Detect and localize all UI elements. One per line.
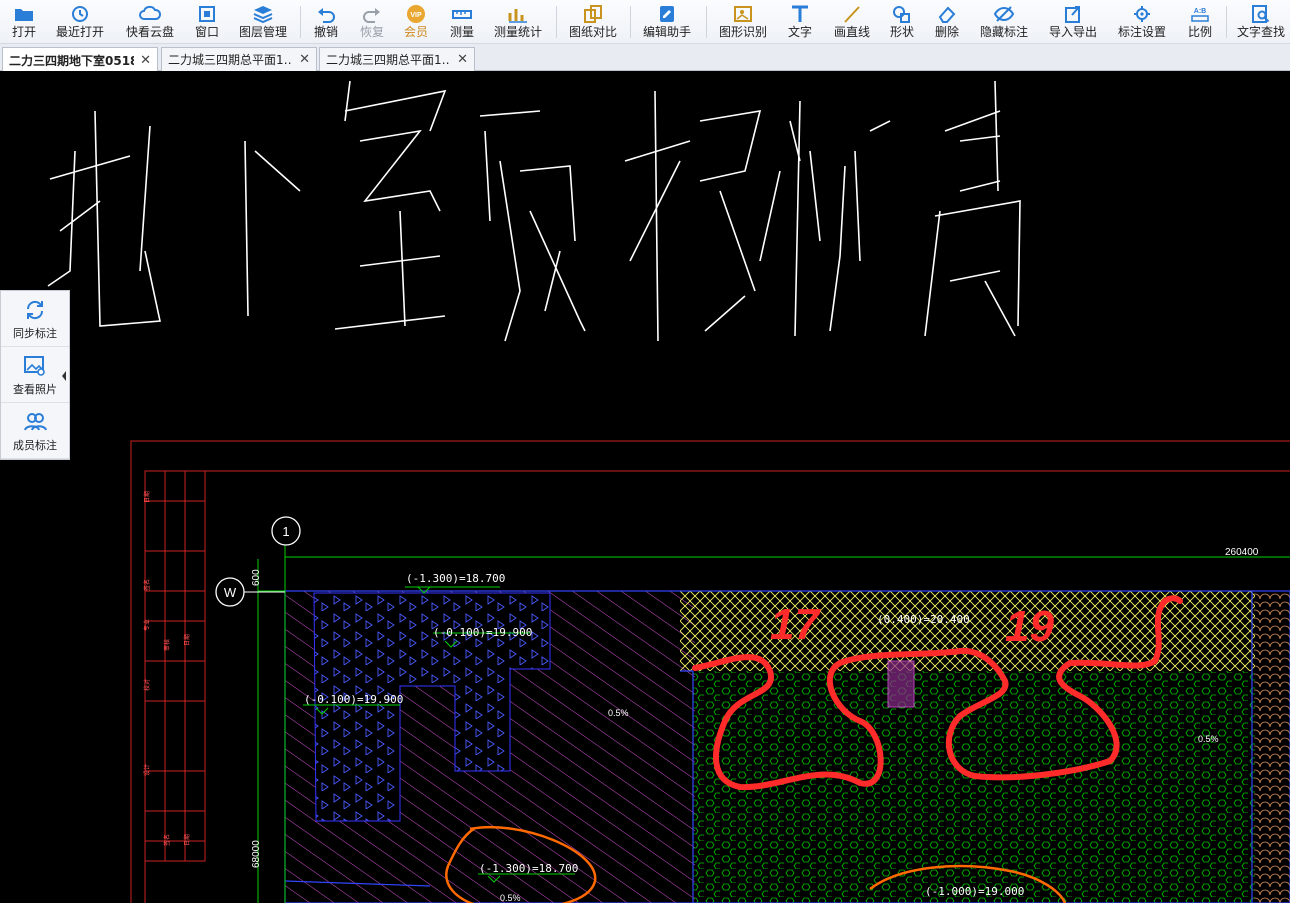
shape-button[interactable]: 形状: [884, 0, 920, 44]
vip-icon: VIP: [407, 5, 425, 23]
delete-button[interactable]: 删除: [928, 0, 966, 44]
collapse-arrow-icon[interactable]: [59, 369, 69, 383]
svg-text:(-1.000)=19.000: (-1.000)=19.000: [925, 885, 1024, 898]
svg-text:0.5%: 0.5%: [608, 708, 629, 718]
photo-icon: [24, 355, 45, 376]
shape-recognize-icon: [734, 6, 752, 22]
scale-icon: A:B: [1191, 8, 1209, 22]
undo-button[interactable]: 撤销: [308, 0, 344, 44]
text-search-button[interactable]: 文字查找: [1234, 0, 1288, 44]
side-panel: 同步标注 查看照片 成员标注: [0, 290, 70, 460]
undo-icon: [318, 8, 335, 23]
measure-button[interactable]: 测量: [444, 0, 480, 44]
tab-bar: 二力三四期地下室0518 ✕ 二力城三四期总平面1… ✕ 二力城三四期总平面1……: [0, 44, 1290, 72]
sync-annotation-button[interactable]: 同步标注: [1, 291, 69, 347]
tab-drawing-3[interactable]: 二力城三四期总平面1… ✕: [319, 47, 475, 71]
toolbar-separator: [300, 6, 301, 38]
svg-text:审核: 审核: [163, 639, 171, 651]
close-icon[interactable]: ✕: [140, 53, 151, 68]
line-icon: [844, 6, 860, 23]
import-export-icon: [1065, 6, 1080, 23]
svg-text:(-1.300)=18.700: (-1.300)=18.700: [406, 572, 505, 585]
eye-hide-icon: [993, 6, 1015, 22]
svg-text:签名: 签名: [163, 834, 171, 846]
text-search-icon: [1252, 5, 1270, 23]
svg-text:专业: 专业: [143, 619, 151, 631]
toolbar-separator: [556, 6, 557, 38]
svg-text:(-0.100)=19.900: (-0.100)=19.900: [433, 626, 532, 639]
open-button[interactable]: 打开: [4, 0, 44, 44]
edit-assistant-button[interactable]: 编辑助手: [638, 0, 696, 44]
svg-text:校对: 校对: [143, 679, 151, 691]
vip-button[interactable]: VIP 会员: [398, 0, 434, 44]
annotation-settings-button[interactable]: 标注设置: [1114, 0, 1170, 44]
svg-text:17: 17: [770, 600, 821, 649]
sync-icon: [26, 300, 44, 319]
layers-icon: [253, 6, 273, 24]
window-button[interactable]: 窗口: [188, 0, 226, 44]
svg-text:W: W: [224, 585, 237, 600]
text-button[interactable]: 文字: [782, 0, 818, 44]
toolbar-separator: [630, 6, 631, 38]
handwritten-title-strokes: [47, 80, 1021, 342]
scale-button[interactable]: A:B 比例: [1182, 0, 1218, 44]
close-icon[interactable]: ✕: [299, 52, 310, 67]
layer-manager-button[interactable]: 图层管理: [234, 0, 292, 44]
text-icon: [792, 5, 808, 22]
tab-drawing-2[interactable]: 二力城三四期总平面1… ✕: [161, 47, 317, 71]
compare-icon: [584, 5, 602, 23]
svg-text:VIP: VIP: [410, 12, 422, 19]
svg-text:日期: 日期: [143, 491, 151, 503]
redo-button[interactable]: 恢复: [354, 0, 390, 44]
import-export-button[interactable]: 导入导出: [1044, 0, 1102, 44]
annotation-settings-icon: [1134, 6, 1150, 22]
svg-text:(-0.100)=19.900: (-0.100)=19.900: [304, 693, 403, 706]
draw-line-button[interactable]: 画直线: [828, 0, 876, 44]
close-icon[interactable]: ✕: [457, 52, 468, 67]
measure-stats-button[interactable]: 测量统计: [490, 0, 546, 44]
window-icon: [199, 6, 215, 22]
tab-drawing-1[interactable]: 二力三四期地下室0518 ✕: [2, 47, 158, 72]
drawing-canvas[interactable]: 日期 签名 专业 审核 日期 校对 设计 签名 日期 260400 600 68…: [0, 71, 1290, 903]
folder-open-icon: [15, 9, 33, 21]
svg-text:19: 19: [1005, 602, 1054, 651]
measure-stats-icon: [508, 9, 527, 23]
svg-text:设计: 设计: [143, 764, 151, 776]
svg-text:(-1.300)=18.700: (-1.300)=18.700: [479, 862, 578, 875]
svg-text:600: 600: [251, 569, 262, 586]
redo-icon: [363, 8, 380, 23]
svg-text:日期: 日期: [183, 834, 191, 846]
title-block-labels: 日期 签名 专业 审核 日期 校对 设计 签名 日期: [143, 491, 191, 846]
edit-assistant-icon: [660, 6, 674, 22]
svg-text:260400: 260400: [1225, 547, 1259, 558]
svg-text:(0.400)=20.400: (0.400)=20.400: [877, 613, 970, 626]
cloud-icon: [139, 5, 161, 20]
svg-text:68000: 68000: [251, 840, 262, 868]
svg-text:签名: 签名: [143, 579, 151, 591]
toolbar: 打开 最近打开 快看云盘 窗口 图层管理 撤销 恢复 VIP 会员 测量 测量统…: [0, 0, 1290, 44]
svg-text:日期: 日期: [183, 634, 191, 646]
recent-open-button[interactable]: 最近打开: [52, 0, 108, 44]
toolbar-separator: [706, 6, 707, 38]
svg-text:A:B: A:B: [1194, 8, 1206, 15]
compare-button[interactable]: 图纸对比: [564, 0, 622, 44]
svg-text:0.5%: 0.5%: [500, 893, 521, 903]
shape-recognize-button[interactable]: 图形识别: [714, 0, 772, 44]
cad-drawing: 日期 签名 专业 审核 日期 校对 设计 签名 日期 260400 600 68…: [47, 80, 1290, 903]
members-icon: [24, 412, 47, 430]
cloud-disk-button[interactable]: 快看云盘: [122, 0, 178, 44]
svg-text:1: 1: [282, 524, 289, 539]
toolbar-separator: [1226, 6, 1227, 38]
svg-text:0.5%: 0.5%: [1198, 734, 1219, 744]
member-annotation-button[interactable]: 成员标注: [1, 403, 69, 459]
eraser-icon: [938, 6, 956, 23]
history-icon: [72, 6, 88, 22]
hide-annotation-button[interactable]: 隐藏标注: [976, 0, 1032, 44]
shape-icon: [893, 6, 910, 23]
measure-icon: [452, 10, 472, 19]
